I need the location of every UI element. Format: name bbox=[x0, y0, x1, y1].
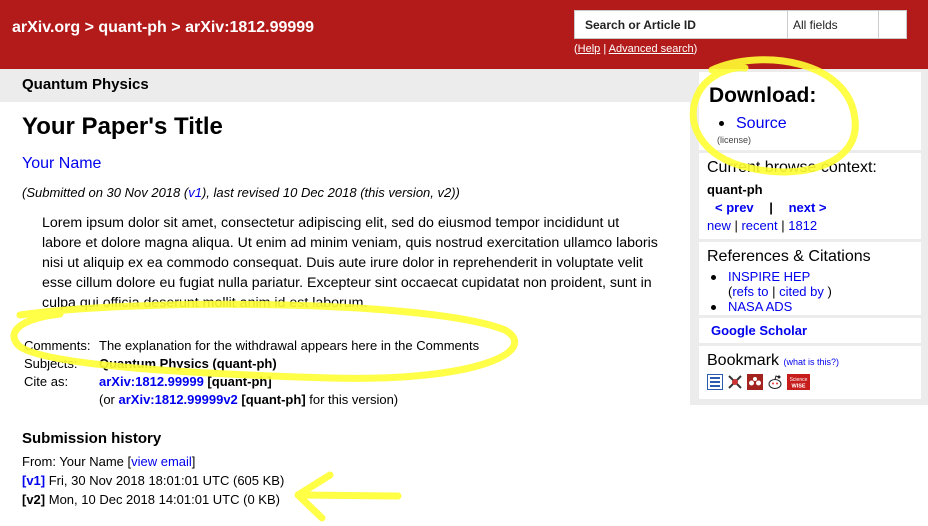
year-link[interactable]: 1812 bbox=[788, 218, 817, 233]
download-heading: Download: bbox=[709, 84, 817, 107]
nasa-item: NASA ADS bbox=[711, 299, 792, 314]
inspire-link[interactable]: INSPIRE HEP bbox=[728, 269, 810, 284]
new-link[interactable]: new bbox=[707, 218, 731, 233]
history-heading: Submission history bbox=[22, 430, 162, 447]
context-nav: < prev | next > bbox=[715, 200, 827, 215]
view-email-link[interactable]: view email bbox=[131, 454, 192, 469]
metadata-table: Comments: The explanation for the withdr… bbox=[22, 338, 481, 410]
cite-link[interactable]: arXiv:1812.99999 bbox=[99, 374, 204, 389]
advanced-search-link[interactable]: Advanced search bbox=[609, 43, 694, 55]
history-from: From: Your Name [view email] bbox=[22, 454, 196, 469]
download-panel: Download: Source (license) bbox=[699, 72, 921, 150]
subjects-row: Subjects: Quantum Physics (quant-ph) bbox=[22, 356, 481, 374]
download-item: Source bbox=[719, 115, 787, 133]
version-row: (or arXiv:1812.99999v2 [quant-ph] for th… bbox=[99, 392, 399, 407]
subject-bar: Quantum Physics bbox=[0, 69, 690, 102]
comments-label: Comments: bbox=[24, 338, 91, 353]
abstract: Lorem ipsum dolor sit amet, consectetur … bbox=[42, 215, 658, 311]
bookmark-panel: Bookmark (what is this?) Science WISE bbox=[699, 346, 921, 399]
help-link[interactable]: Help bbox=[578, 43, 601, 55]
inspire-item: INSPIRE HEP bbox=[711, 269, 810, 284]
bullet-icon bbox=[719, 121, 724, 127]
bibsonomy-icon[interactable] bbox=[707, 374, 723, 390]
refs-to-link[interactable]: refs to bbox=[732, 284, 768, 299]
mendeley-icon[interactable] bbox=[747, 374, 763, 390]
author-link[interactable]: Your Name bbox=[22, 155, 101, 173]
cite-row: Cite as: arXiv:1812.99999 [quant-ph] bbox=[22, 374, 481, 392]
history-v1-link[interactable]: [v1] bbox=[22, 473, 45, 488]
comments-row: Comments: The explanation for the withdr… bbox=[22, 338, 481, 356]
source-link[interactable]: Source bbox=[736, 115, 787, 132]
comments-value: The explanation for the withdrawal appea… bbox=[99, 338, 480, 353]
svg-text:Science: Science bbox=[790, 377, 808, 383]
history-row-v1: [v1] Fri, 30 Nov 2018 18:01:01 UTC (605 … bbox=[22, 473, 285, 488]
nasa-ads-link[interactable]: NASA ADS bbox=[728, 299, 792, 314]
references-panel: References & Citations INSPIRE HEP (refs… bbox=[699, 242, 921, 315]
search-field-select[interactable]: All fields bbox=[787, 11, 878, 38]
history-arrow-mark bbox=[294, 471, 402, 522]
svg-text:WISE: WISE bbox=[791, 384, 805, 390]
reddit-icon[interactable] bbox=[767, 374, 783, 390]
references-heading: References & Citations bbox=[707, 248, 871, 265]
subject-title: Quantum Physics bbox=[22, 76, 149, 93]
google-scholar-link[interactable]: Google Scholar bbox=[711, 323, 807, 338]
browse-context-panel: Current browse context: quant-ph < prev … bbox=[699, 153, 921, 239]
cite-label: Cite as: bbox=[24, 374, 69, 389]
paper-title: Your Paper's Title bbox=[22, 113, 223, 140]
what-is-this-link[interactable]: (what is this?) bbox=[783, 357, 839, 367]
v1-link[interactable]: v1 bbox=[188, 185, 202, 200]
history-row-v2: [v2] Mon, 10 Dec 2018 14:01:01 UTC (0 KB… bbox=[22, 492, 280, 507]
breadcrumb[interactable]: arXiv.org > quant-ph > arXiv:1812.99999 bbox=[12, 19, 314, 37]
bookmark-heading: Bookmark (what is this?) bbox=[707, 352, 840, 369]
prev-link[interactable]: < prev bbox=[715, 200, 754, 215]
submission-dateline: (Submitted on 30 Nov 2018 (v1), last rev… bbox=[22, 185, 460, 200]
next-link[interactable]: next > bbox=[789, 200, 827, 215]
sciencewise-icon[interactable]: Science WISE bbox=[787, 374, 810, 390]
history-v2-tag: [v2] bbox=[22, 492, 46, 507]
subjects-value: Quantum Physics (quant-ph) bbox=[99, 356, 277, 371]
context-heading: Current browse context: bbox=[707, 159, 877, 176]
search-go-button[interactable] bbox=[878, 11, 906, 38]
help-links: (Help | Advanced search) bbox=[574, 43, 698, 55]
context-category: quant-ph bbox=[707, 182, 763, 197]
refs-links: (refs to | cited by ) bbox=[728, 284, 832, 299]
search-box: All fields bbox=[574, 10, 907, 39]
citeulike-icon[interactable] bbox=[727, 374, 743, 390]
scholar-panel: Google Scholar bbox=[699, 318, 921, 343]
search-input[interactable] bbox=[575, 11, 787, 38]
bullet-icon bbox=[711, 305, 716, 311]
site-header: arXiv.org > quant-ph > arXiv:1812.99999 … bbox=[0, 0, 928, 69]
subjects-label: Subjects: bbox=[24, 356, 78, 371]
license-link[interactable]: (license) bbox=[717, 135, 751, 145]
bullet-icon bbox=[711, 275, 716, 281]
version-link[interactable]: arXiv:1812.99999v2 bbox=[119, 392, 238, 407]
context-links: new | recent | 1812 bbox=[707, 218, 818, 233]
cited-by-link[interactable]: cited by bbox=[779, 284, 824, 299]
recent-link[interactable]: recent bbox=[741, 218, 777, 233]
sidebar: Download: Source (license) Current brows… bbox=[690, 69, 928, 405]
